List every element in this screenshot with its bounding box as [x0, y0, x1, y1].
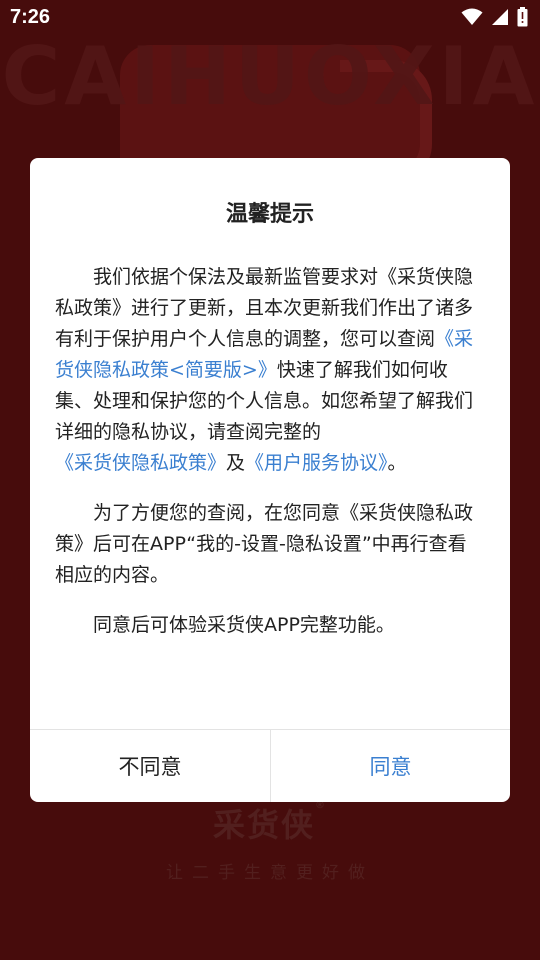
agree-button[interactable]: 同意: [271, 730, 510, 802]
status-icons: [461, 7, 528, 31]
p1-text-1: 我们依据个保法及最新监管要求对《采货侠隐私政策》进行了更新，且本次更新我们作出了…: [55, 266, 474, 350]
privacy-dialog: 温馨提示 我们依据个保法及最新监管要求对《采货侠隐私政策》进行了更新，且本次更新…: [30, 158, 510, 802]
p1-text-4: 。: [387, 452, 407, 474]
dialog-body: 我们依据个保法及最新监管要求对《采货侠隐私政策》进行了更新，且本次更新我们作出了…: [55, 262, 483, 641]
signal-icon: [491, 8, 509, 30]
p1-text-3: 及: [226, 452, 246, 474]
paragraph-full-features: 同意后可体验采货侠APP完整功能。: [93, 614, 395, 636]
wifi-icon: [461, 8, 483, 30]
status-bar: 7:26: [0, 0, 540, 38]
status-time: 7:26: [10, 6, 51, 28]
dialog-title: 温馨提示: [225, 202, 314, 227]
privacy-policy-link[interactable]: 《采货侠隐私政策》: [55, 452, 226, 474]
paragraph-policy-update: 我们依据个保法及最新监管要求对《采货侠隐私政策》进行了更新，且本次更新我们作出了…: [55, 262, 483, 479]
battery-icon: [517, 7, 528, 31]
user-service-agreement-link[interactable]: 《用户服务协议》: [245, 452, 388, 474]
paragraph-settings-hint: 为了方便您的查阅，在您同意《采货侠隐私政策》后可在APP“我的-设置-隐私设置”…: [55, 502, 474, 586]
disagree-button[interactable]: 不同意: [30, 730, 270, 802]
